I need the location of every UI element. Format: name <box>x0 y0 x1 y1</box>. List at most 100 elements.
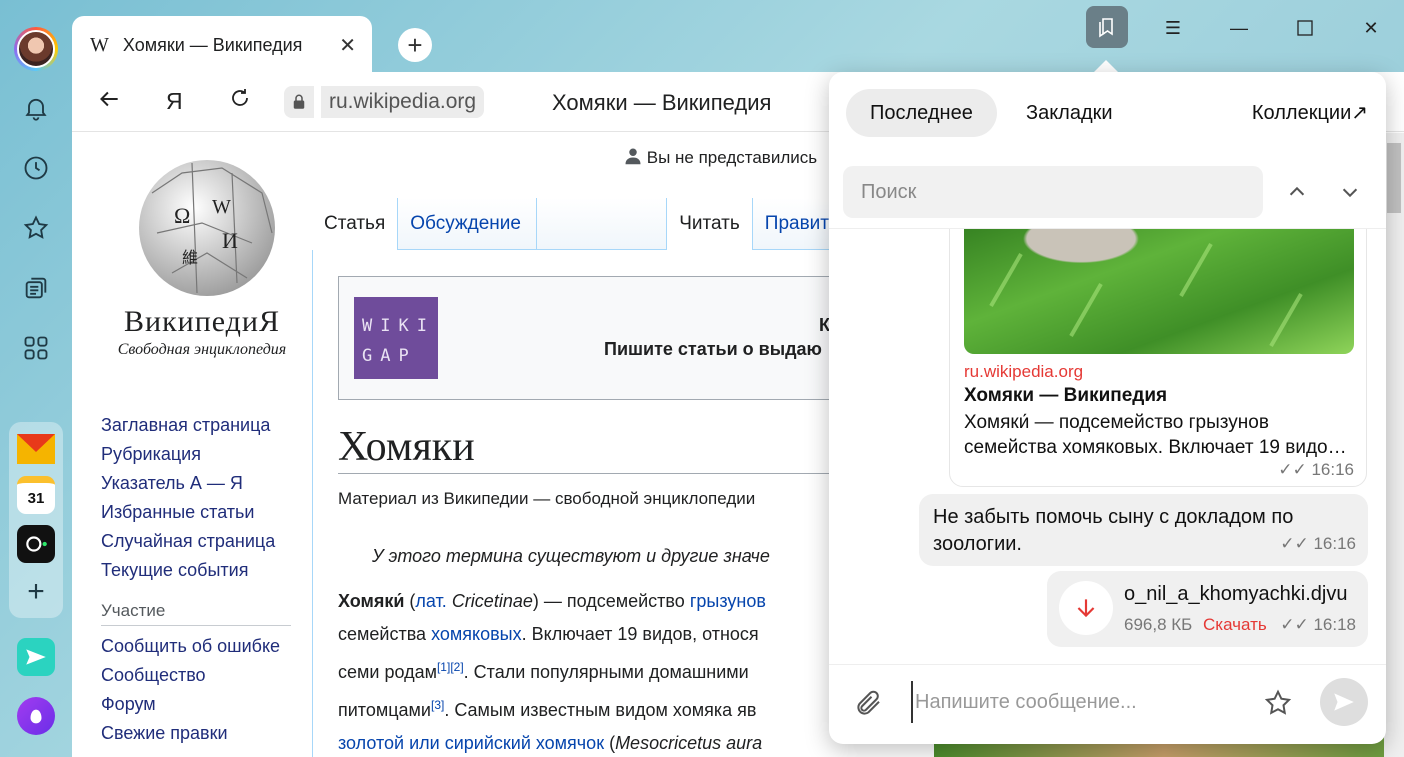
add-app-icon[interactable]: + <box>17 573 55 611</box>
nav-report-error[interactable]: Сообщить об ошибке <box>101 632 291 661</box>
link-card-time: ✓✓ 16:16 <box>1278 460 1354 479</box>
browser-tab-active[interactable]: W Хомяки — Википедия ✕ <box>72 16 372 74</box>
paperclip-icon[interactable] <box>847 681 891 725</box>
nav-main-page[interactable]: Заглавная страница <box>101 411 291 440</box>
svg-text:Ω: Ω <box>174 203 190 228</box>
tab-read[interactable]: Читать <box>667 198 752 250</box>
file-note[interactable]: o_nil_a_khomyachki.djvu 696,8 КБ Скачать… <box>1047 571 1368 647</box>
tab-article[interactable]: Статья <box>312 198 398 250</box>
nav-random[interactable]: Случайная страница <box>101 527 291 556</box>
notes-feed: ru.wikipedia.org Хомяки — Википедия Хомя… <box>829 228 1386 664</box>
messenger-app-icon[interactable] <box>17 638 55 676</box>
link-golden-hamster[interactable]: золотой или сирийский хомячок <box>338 733 604 753</box>
user-status[interactable]: Вы не представились <box>624 147 817 168</box>
tabs-spacer <box>537 198 668 250</box>
close-window-button[interactable]: ✕ <box>1338 8 1404 48</box>
svg-text:W: W <box>212 196 231 218</box>
message-composer <box>829 664 1386 744</box>
bookmarks-icon <box>1099 18 1113 38</box>
text-note[interactable]: Не забыть помочь сыну с докладом по зоол… <box>919 494 1368 566</box>
bookmarks-panel-toggle-button[interactable] <box>1086 6 1128 48</box>
ref-1[interactable]: [1] <box>437 660 450 674</box>
nav-featured[interactable]: Избранные статьи <box>101 498 291 527</box>
yandex-logo-icon[interactable]: Я <box>166 88 183 115</box>
history-icon[interactable] <box>12 144 60 192</box>
link-card-image <box>964 229 1354 354</box>
panel-tab-collections[interactable]: Коллекции↗ <box>1228 89 1368 137</box>
profile-avatar[interactable] <box>14 27 58 71</box>
user-icon <box>625 148 641 165</box>
link-card-source[interactable]: ru.wikipedia.org <box>964 362 1083 382</box>
file-name: o_nil_a_khomyachki.djvu <box>1124 583 1348 605</box>
ref-3[interactable]: [3] <box>431 698 444 712</box>
panel-search[interactable] <box>843 166 1263 218</box>
ref-2[interactable]: [2] <box>450 660 463 674</box>
file-size: 696,8 КБ <box>1124 615 1193 634</box>
app-sidebar: 31 + <box>0 0 72 757</box>
nav-section-heading: Участие <box>101 601 291 626</box>
link-rodents[interactable]: грызунов <box>690 591 766 611</box>
banner-line2: Пишите статьи о выдаю <box>604 339 822 359</box>
url-field[interactable]: ru.wikipedia.org <box>321 86 485 118</box>
reload-icon[interactable] <box>228 86 252 117</box>
tab-talk[interactable]: Обсуждение <box>397 198 538 250</box>
text-note-time: ✓✓ 16:16 <box>1280 534 1356 553</box>
new-tab-button[interactable]: + <box>398 28 432 62</box>
send-icon <box>1334 693 1354 711</box>
address-page-title: Хомяки — Википедия <box>552 90 772 115</box>
collections-icon[interactable] <box>12 264 60 312</box>
svg-text:И: И <box>222 228 238 253</box>
nav-recent-changes[interactable]: Свежие правки <box>101 719 291 748</box>
download-arrow-icon[interactable] <box>1059 581 1113 635</box>
download-link[interactable]: Скачать <box>1203 615 1267 635</box>
lock-icon[interactable] <box>284 86 314 118</box>
back-arrow-icon[interactable] <box>96 86 122 119</box>
bell-icon[interactable] <box>12 84 60 132</box>
message-input[interactable] <box>911 681 1241 723</box>
menu-icon[interactable]: ☰ <box>1140 8 1206 48</box>
wiki-navigation: Заглавная страница Рубрикация Указатель … <box>101 411 291 748</box>
star-outline-icon[interactable] <box>1256 681 1300 725</box>
svg-text:維: 維 <box>182 248 198 267</box>
nav-current-events[interactable]: Текущие события <box>101 556 291 585</box>
article-source-note: Материал из Википедии — свободной энцикл… <box>338 489 756 508</box>
minimize-button[interactable]: — <box>1206 8 1272 48</box>
link-card[interactable]: ru.wikipedia.org Хомяки — Википедия Хомя… <box>949 229 1367 487</box>
panel-tab-recent[interactable]: Последнее <box>846 89 997 137</box>
wikipedia-wordmark: ВикипедиЯ <box>124 305 280 338</box>
link-latin[interactable]: лат. <box>415 591 446 611</box>
mail-app-icon[interactable] <box>17 430 55 468</box>
link-card-title[interactable]: Хомяки — Википедия <box>964 385 1167 407</box>
page-scrollbar[interactable] <box>1384 133 1404 757</box>
wikigap-logo: WIKI GAP <box>354 297 438 379</box>
wikipedia-favicon-icon: W <box>90 33 109 56</box>
wikipedia-globe-logo[interactable]: Ω W И 維 <box>112 153 282 303</box>
alice-assistant-icon[interactable] <box>17 697 55 735</box>
wikipedia-tagline: Свободная энциклопедия <box>117 341 287 358</box>
window-controls: ☰ — ✕ <box>1140 8 1404 48</box>
chevron-down-icon[interactable] <box>1334 176 1366 208</box>
bookmarks-panel: Последнее Закладки Коллекции↗ ru.wikiped… <box>829 72 1386 744</box>
tab-close-icon[interactable]: ✕ <box>339 33 356 58</box>
text-note-content: Не забыть помочь сыну с докладом по зоол… <box>933 506 1294 555</box>
nav-forum[interactable]: Форум <box>101 690 291 719</box>
tab-title: Хомяки — Википедия <box>122 34 303 55</box>
maximize-button[interactable] <box>1272 8 1338 48</box>
services-grid-icon[interactable] <box>12 324 60 372</box>
disambiguation-note: У этого термина существуют и другие знач… <box>372 546 770 566</box>
tab-edit[interactable]: Правит <box>751 198 841 250</box>
nav-categories[interactable]: Рубрикация <box>101 440 291 469</box>
chevron-up-icon[interactable] <box>1281 176 1313 208</box>
panel-search-input[interactable] <box>843 166 1263 218</box>
panel-tab-bookmarks[interactable]: Закладки <box>1002 89 1137 137</box>
nav-index[interactable]: Указатель А — Я <box>101 469 291 498</box>
file-time: ✓✓ 16:18 <box>1280 615 1356 634</box>
send-button[interactable] <box>1320 678 1368 726</box>
star-icon[interactable] <box>12 204 60 252</box>
panel-tabs: Последнее Закладки Коллекции↗ <box>846 89 1368 137</box>
camera-app-icon[interactable] <box>17 525 55 563</box>
nav-community[interactable]: Сообщество <box>101 661 291 690</box>
calendar-app-icon[interactable]: 31 <box>17 476 55 514</box>
wiki-tabs: Статья Обсуждение Читать Правит <box>312 198 841 250</box>
link-cricetidae[interactable]: хомяковых <box>431 624 522 644</box>
